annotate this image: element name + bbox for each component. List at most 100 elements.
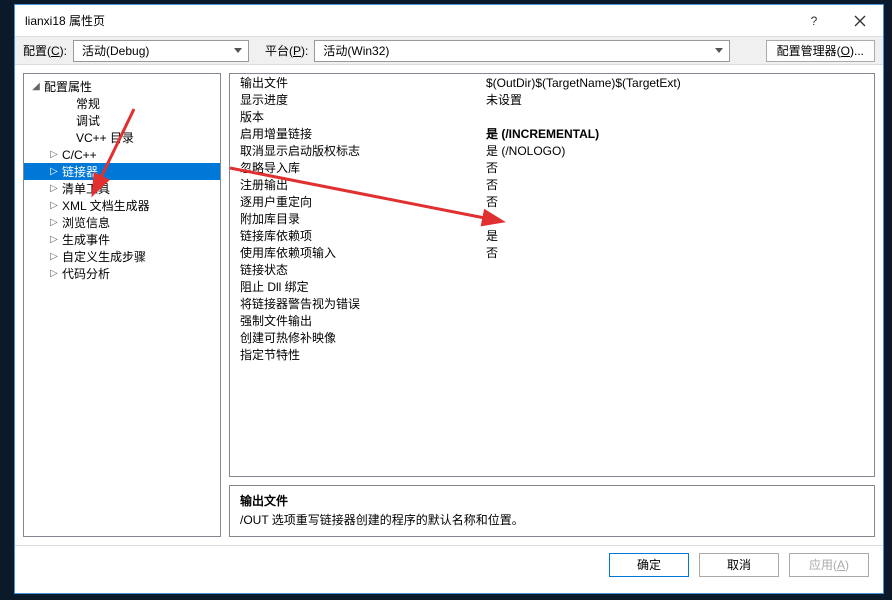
- property-label: 将链接器警告视为错误: [230, 295, 486, 312]
- property-label: 输出文件: [230, 74, 486, 91]
- tree-item[interactable]: ▷生成事件: [24, 231, 220, 248]
- expander-icon: ▷: [48, 166, 60, 178]
- config-label: 配置(C):: [23, 42, 67, 59]
- property-label: 版本: [230, 108, 486, 125]
- property-row[interactable]: 取消显示启动版权标志是 (/NOLOGO): [230, 142, 874, 159]
- tree-item[interactable]: ▷清单工具: [24, 180, 220, 197]
- property-grid[interactable]: 输出文件$(OutDir)$(TargetName)$(TargetExt)显示…: [229, 73, 875, 477]
- ok-button[interactable]: 确定: [609, 553, 689, 577]
- tree-item-label: 常规: [76, 95, 100, 112]
- tree-item-label: C/C++: [62, 148, 97, 162]
- property-row[interactable]: 使用库依赖项输入否: [230, 244, 874, 261]
- dialog-body: ◢ 配置属性 常规调试VC++ 目录▷C/C++▷链接器▷清单工具▷XML 文档…: [15, 65, 883, 545]
- platform-value: 活动(Win32): [323, 42, 389, 59]
- property-label: 创建可热修补映像: [230, 329, 486, 346]
- property-label: 注册输出: [230, 176, 486, 193]
- property-row[interactable]: 版本: [230, 108, 874, 125]
- chevron-down-icon: [234, 48, 242, 53]
- tree-item[interactable]: ▷链接器: [24, 163, 220, 180]
- content-pane: 输出文件$(OutDir)$(TargetName)$(TargetExt)显示…: [229, 73, 875, 537]
- property-row[interactable]: 将链接器警告视为错误: [230, 295, 874, 312]
- property-label: 显示进度: [230, 91, 486, 108]
- close-button[interactable]: [837, 5, 883, 37]
- property-value: 是 (/NOLOGO): [486, 142, 874, 159]
- property-value: 否: [486, 176, 874, 193]
- description-title: 输出文件: [240, 492, 864, 509]
- property-label: 链接状态: [230, 261, 486, 278]
- platform-dropdown[interactable]: 活动(Win32): [314, 40, 730, 62]
- expander-icon: ▷: [48, 234, 60, 246]
- property-row[interactable]: 附加库目录: [230, 210, 874, 227]
- property-value: $(OutDir)$(TargetName)$(TargetExt): [486, 76, 874, 90]
- property-label: 取消显示启动版权标志: [230, 142, 486, 159]
- tree-item-label: XML 文档生成器: [62, 197, 150, 214]
- expander-icon: ▷: [48, 200, 60, 212]
- tree-item[interactable]: VC++ 目录: [24, 129, 220, 146]
- property-row[interactable]: 强制文件输出: [230, 312, 874, 329]
- tree-item-label: 生成事件: [62, 231, 110, 248]
- property-label: 链接库依赖项: [230, 227, 486, 244]
- tree-item[interactable]: 调试: [24, 112, 220, 129]
- property-row[interactable]: 链接库依赖项是: [230, 227, 874, 244]
- property-label: 忽略导入库: [230, 159, 486, 176]
- description-text: /OUT 选项重写链接器创建的程序的默认名称和位置。: [240, 511, 864, 528]
- property-row[interactable]: 忽略导入库否: [230, 159, 874, 176]
- property-label: 指定节特性: [230, 346, 486, 363]
- tree-root[interactable]: ◢ 配置属性: [24, 78, 220, 95]
- expander-icon: ▷: [48, 183, 60, 195]
- expander-icon: ◢: [30, 81, 42, 93]
- property-value: 否: [486, 159, 874, 176]
- apply-button[interactable]: 应用(A): [789, 553, 869, 577]
- expander-icon: ▷: [48, 268, 60, 280]
- tree-item-label: 自定义生成步骤: [62, 248, 146, 265]
- tree-item[interactable]: ▷C/C++: [24, 146, 220, 163]
- config-dropdown[interactable]: 活动(Debug): [73, 40, 249, 62]
- description-box: 输出文件 /OUT 选项重写链接器创建的程序的默认名称和位置。: [229, 485, 875, 537]
- property-row[interactable]: 阻止 Dll 绑定: [230, 278, 874, 295]
- tree-item-label: 清单工具: [62, 180, 110, 197]
- expander-icon: [62, 98, 74, 110]
- tree-item-label: VC++ 目录: [76, 129, 134, 146]
- property-label: 附加库目录: [230, 210, 486, 227]
- tree-item[interactable]: ▷代码分析: [24, 265, 220, 282]
- expander-icon: ▷: [48, 217, 60, 229]
- expander-icon: [62, 115, 74, 127]
- config-toolbar: 配置(C): 活动(Debug) 平台(P): 活动(Win32) 配置管理器(…: [15, 37, 883, 65]
- footer: 确定 取消 应用(A): [15, 545, 883, 583]
- tree-pane[interactable]: ◢ 配置属性 常规调试VC++ 目录▷C/C++▷链接器▷清单工具▷XML 文档…: [23, 73, 221, 537]
- window-title: lianxi18 属性页: [25, 12, 791, 29]
- property-label: 阻止 Dll 绑定: [230, 278, 486, 295]
- close-icon: [854, 15, 866, 27]
- property-label: 启用增量链接: [230, 125, 486, 142]
- expander-icon: ▷: [48, 251, 60, 263]
- property-row[interactable]: 创建可热修补映像: [230, 329, 874, 346]
- property-row[interactable]: 逐用户重定向否: [230, 193, 874, 210]
- property-value: 是: [486, 227, 874, 244]
- cancel-button[interactable]: 取消: [699, 553, 779, 577]
- property-row[interactable]: 指定节特性: [230, 346, 874, 363]
- property-row[interactable]: 显示进度未设置: [230, 91, 874, 108]
- chevron-down-icon: [715, 48, 723, 53]
- tree-item-label: 调试: [76, 112, 100, 129]
- tree-item[interactable]: ▷XML 文档生成器: [24, 197, 220, 214]
- property-value: 否: [486, 244, 874, 261]
- property-label: 逐用户重定向: [230, 193, 486, 210]
- property-label: 强制文件输出: [230, 312, 486, 329]
- property-value: 是 (/INCREMENTAL): [486, 125, 874, 142]
- property-row[interactable]: 输出文件$(OutDir)$(TargetName)$(TargetExt): [230, 74, 874, 91]
- tree-item[interactable]: 常规: [24, 95, 220, 112]
- expander-icon: [62, 132, 74, 144]
- tree-item-label: 浏览信息: [62, 214, 110, 231]
- config-manager-button[interactable]: 配置管理器(O)...: [766, 40, 875, 62]
- config-value: 活动(Debug): [82, 42, 149, 59]
- tree-item-label: 配置属性: [44, 78, 92, 95]
- titlebar: lianxi18 属性页 ?: [15, 5, 883, 37]
- tree-item[interactable]: ▷自定义生成步骤: [24, 248, 220, 265]
- help-button[interactable]: ?: [791, 5, 837, 37]
- property-dialog: lianxi18 属性页 ? 配置(C): 活动(Debug) 平台(P): 活…: [14, 4, 884, 594]
- property-row[interactable]: 注册输出否: [230, 176, 874, 193]
- property-row[interactable]: 启用增量链接是 (/INCREMENTAL): [230, 125, 874, 142]
- property-row[interactable]: 链接状态: [230, 261, 874, 278]
- platform-label: 平台(P):: [265, 42, 308, 59]
- tree-item[interactable]: ▷浏览信息: [24, 214, 220, 231]
